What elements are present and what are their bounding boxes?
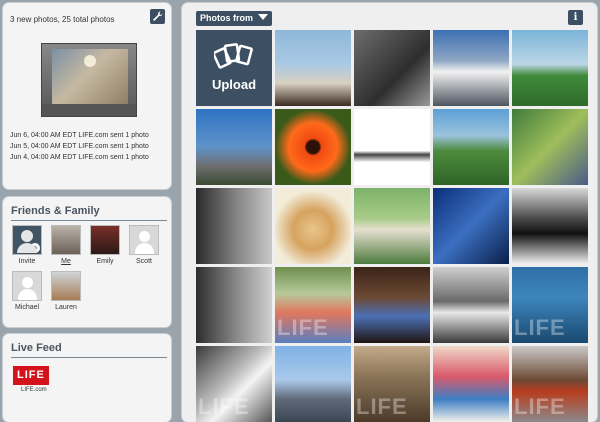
photo-thumbnail[interactable] (433, 267, 509, 343)
photo-thumbnail[interactable] (275, 30, 351, 106)
photo-thumbnail[interactable] (275, 346, 351, 422)
friend-name-link[interactable]: Me (50, 258, 82, 265)
friend-michael[interactable]: Michael (11, 271, 43, 311)
frame-base (42, 104, 136, 116)
photo-thumbnail[interactable] (433, 346, 509, 422)
photo-thumbnail[interactable] (196, 188, 272, 264)
photo-thumbnail[interactable] (512, 109, 588, 185)
friends-family-panel: Friends & Family + Invite Me Emily Scott… (2, 196, 172, 328)
settings-wrench-button[interactable] (150, 9, 165, 24)
chevron-down-icon (258, 14, 268, 20)
activity-message: Jun 4, 04:00 AM EDT LIFE.com sent 1 phot… (10, 154, 149, 161)
wrench-icon (153, 11, 163, 21)
friend-name: Invite (18, 258, 36, 265)
avatar (51, 225, 81, 255)
friend-me[interactable]: Me (50, 225, 82, 265)
life-logo[interactable]: LIFE (13, 366, 49, 385)
friend-name: Scott (136, 258, 152, 265)
avatar (51, 271, 81, 301)
life-logo-caption: LIFE.com (21, 387, 47, 393)
photo-thumbnail[interactable] (433, 109, 509, 185)
title-divider (11, 357, 167, 358)
photo-frame-preview[interactable] (41, 43, 137, 117)
live-feed-panel: Live Feed LIFE LIFE.com (2, 333, 172, 422)
photo-thumbnail[interactable]: LIFE (275, 267, 351, 343)
live-feed-title: Live Feed (11, 342, 62, 354)
friend-name: Michael (14, 304, 40, 311)
upload-label: Upload (211, 77, 257, 92)
photo-thumbnail[interactable] (196, 267, 272, 343)
photo-thumbnail[interactable] (512, 188, 588, 264)
friend-name: Emily (96, 258, 114, 265)
photo-thumbnail[interactable] (354, 188, 430, 264)
photo-thumbnail[interactable] (354, 267, 430, 343)
life-watermark: LIFE (277, 315, 329, 340)
activity-message: Jun 5, 04:00 AM EDT LIFE.com sent 1 phot… (10, 143, 149, 150)
title-divider (11, 220, 167, 221)
photo-thumbnail[interactable] (196, 109, 272, 185)
photo-thumbnail[interactable] (354, 109, 430, 185)
friend-name: Lauren (55, 304, 77, 311)
photos-panel: Photos from i Upload LIFE LIFE LIFE LIFE LIF… (181, 2, 598, 422)
life-watermark: LIFE (198, 394, 250, 419)
avatar (90, 225, 120, 255)
default-avatar-icon (12, 271, 42, 301)
photo-thumbnail[interactable]: LIFE (512, 267, 588, 343)
friend-invite[interactable]: + Invite (11, 225, 43, 265)
friend-emily[interactable]: Emily (89, 225, 121, 265)
info-button[interactable]: i (568, 10, 583, 25)
default-avatar-icon (129, 225, 159, 255)
photo-thumbnail[interactable] (354, 30, 430, 106)
friend-scott[interactable]: Scott (128, 225, 160, 265)
status-panel: 3 new photos, 25 total photos Jun 6, 04:… (2, 2, 172, 190)
life-watermark: LIFE (514, 394, 566, 419)
photos-from-dropdown[interactable]: Photos from (196, 11, 272, 26)
photo-thumbnail[interactable]: LIFE (512, 346, 588, 422)
photo-thumbnail[interactable] (512, 30, 588, 106)
photo-thumbnail[interactable]: LIFE (354, 346, 430, 422)
photo-thumbnail[interactable] (275, 188, 351, 264)
upload-photos-icon (214, 43, 253, 69)
photo-thumbnail[interactable]: LIFE (196, 346, 272, 422)
frame-current-photo (52, 49, 128, 105)
photo-thumbnail[interactable] (433, 188, 509, 264)
friend-lauren[interactable]: Lauren (50, 271, 82, 311)
add-person-icon: + (12, 225, 42, 255)
friends-family-title: Friends & Family (11, 205, 100, 217)
activity-message: Jun 6, 04:00 AM EDT LIFE.com sent 1 phot… (10, 132, 149, 139)
photos-from-label: Photos from (200, 13, 253, 23)
life-watermark: LIFE (356, 394, 408, 419)
upload-button[interactable]: Upload (196, 30, 272, 106)
activity-messages: Jun 6, 04:00 AM EDT LIFE.com sent 1 phot… (10, 131, 170, 164)
photo-thumbnail[interactable] (275, 109, 351, 185)
life-watermark: LIFE (514, 315, 566, 340)
photo-thumbnail[interactable] (433, 30, 509, 106)
photo-count-summary: 3 new photos, 25 total photos (10, 15, 115, 24)
